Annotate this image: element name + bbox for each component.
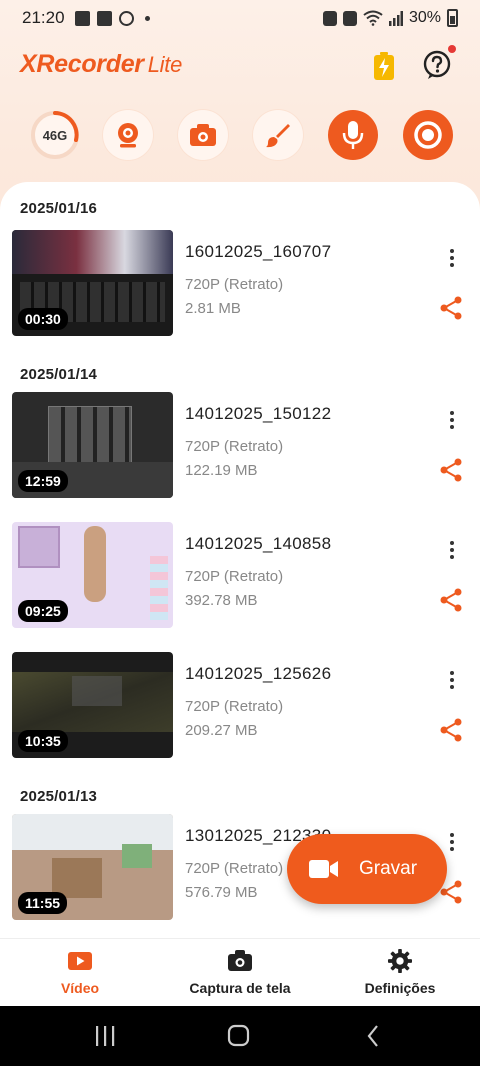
video-size: 392.78 MB: [185, 592, 258, 609]
video-title[interactable]: 14012025_140858: [185, 534, 331, 554]
video-duration: 11:55: [18, 892, 68, 914]
more-options-icon[interactable]: [442, 408, 462, 432]
record-fab[interactable]: Gravar: [287, 834, 447, 904]
record-icon: [414, 121, 442, 149]
video-title[interactable]: 14012025_150122: [185, 404, 331, 424]
share-icon[interactable]: [438, 587, 464, 613]
video-resolution: 720P (Retrato): [185, 698, 284, 715]
share-icon[interactable]: [438, 717, 464, 743]
recent-apps-icon[interactable]: [92, 1024, 118, 1048]
webcam-icon: [118, 123, 138, 148]
video-camera-icon: [309, 860, 338, 878]
tab-label: Definições: [364, 980, 436, 996]
date-header: 2025/01/16: [20, 200, 98, 217]
gear-icon: [388, 949, 412, 973]
video-resolution: 720P (Retrato): [185, 568, 284, 585]
video-size: 122.19 MB: [185, 462, 258, 479]
video-resolution: 720P (Retrato): [185, 276, 284, 293]
record-button[interactable]: [403, 110, 453, 160]
gallery-notification-icon: [74, 10, 90, 26]
video-resolution: 720P (Retrato): [185, 438, 284, 455]
video-duration: 10:35: [18, 730, 68, 752]
tab-settings[interactable]: Definições: [320, 939, 480, 1007]
brush-icon: [266, 124, 290, 148]
app-header: XRecorder Lite: [0, 40, 480, 96]
video-duration: 09:25: [18, 600, 68, 622]
tab-screenshot[interactable]: Captura de tela: [160, 939, 320, 1007]
camera-icon: [228, 950, 252, 971]
tab-label: Vídeo: [60, 980, 100, 996]
battery-saver-icon[interactable]: [372, 52, 396, 80]
more-options-icon[interactable]: [442, 538, 462, 562]
more-options-icon[interactable]: [442, 246, 462, 270]
brush-button[interactable]: [253, 110, 303, 160]
tab-video[interactable]: Vídeo: [0, 939, 160, 1007]
logo-sub: Lite: [147, 52, 183, 77]
back-icon[interactable]: [362, 1024, 388, 1048]
more-options-icon[interactable]: [442, 668, 462, 692]
app-notification-icon: [118, 10, 134, 26]
video-title[interactable]: 16012025_160707: [185, 242, 331, 262]
video-thumbnail[interactable]: 12:59: [12, 392, 173, 498]
video-thumbnail[interactable]: 00:30: [12, 230, 173, 336]
notification-badge: [448, 45, 456, 53]
more-notifications-icon: [144, 15, 150, 21]
more-options-icon[interactable]: [442, 830, 462, 854]
camera-icon: [190, 124, 216, 146]
video-thumbnail[interactable]: 11:55: [12, 814, 173, 920]
video-thumbnail[interactable]: 10:35: [12, 652, 173, 758]
play-icon: [68, 952, 92, 970]
storage-label: 46G: [42, 127, 68, 143]
status-time: 21:20: [22, 8, 65, 27]
lock-icon: [322, 10, 337, 26]
record-fab-label: Gravar: [359, 858, 418, 879]
date-header: 2025/01/13: [20, 788, 98, 805]
video-size: 2.81 MB: [185, 300, 241, 317]
home-icon[interactable]: [226, 1024, 252, 1048]
wifi-icon: [363, 10, 383, 26]
video-duration: 00:30: [18, 308, 68, 330]
video-duration: 12:59: [18, 470, 68, 492]
battery-icon: [447, 9, 458, 27]
date-header: 2025/01/14: [20, 366, 98, 383]
share-icon[interactable]: [438, 457, 464, 483]
help-icon[interactable]: [422, 50, 452, 80]
app-logo: XRecorder Lite: [20, 50, 182, 79]
microphone-icon: [342, 121, 364, 149]
video-size: 576.79 MB: [185, 884, 258, 901]
video-title[interactable]: 14012025_125626: [185, 664, 331, 684]
facebook-notification-icon: [96, 10, 112, 26]
signal-icon: [388, 10, 403, 26]
bottom-nav: Vídeo Captura de tela Definições: [0, 938, 480, 1006]
tab-label: Captura de tela: [189, 980, 291, 996]
status-notification-icons: [74, 10, 150, 26]
status-bar: 21:20 30%: [0, 0, 480, 36]
video-list: 2025/01/16 00:30 16012025_160707 720P (R…: [0, 182, 480, 938]
video-size: 209.27 MB: [185, 722, 258, 739]
quick-action-row: 46G: [0, 106, 480, 166]
video-resolution: 720P (Retrato): [185, 860, 284, 877]
status-system-icons: 30%: [322, 9, 458, 27]
screenshot-button[interactable]: [178, 110, 228, 160]
system-navigation-bar: [0, 1006, 480, 1066]
logo-main: XRecorder: [20, 50, 144, 78]
battery-percent: 30%: [408, 9, 441, 26]
alarm-icon: [342, 10, 357, 26]
video-thumbnail[interactable]: 09:25: [12, 522, 173, 628]
share-icon[interactable]: [438, 295, 464, 321]
audio-record-button[interactable]: [328, 110, 378, 160]
facecam-button[interactable]: [103, 110, 153, 160]
